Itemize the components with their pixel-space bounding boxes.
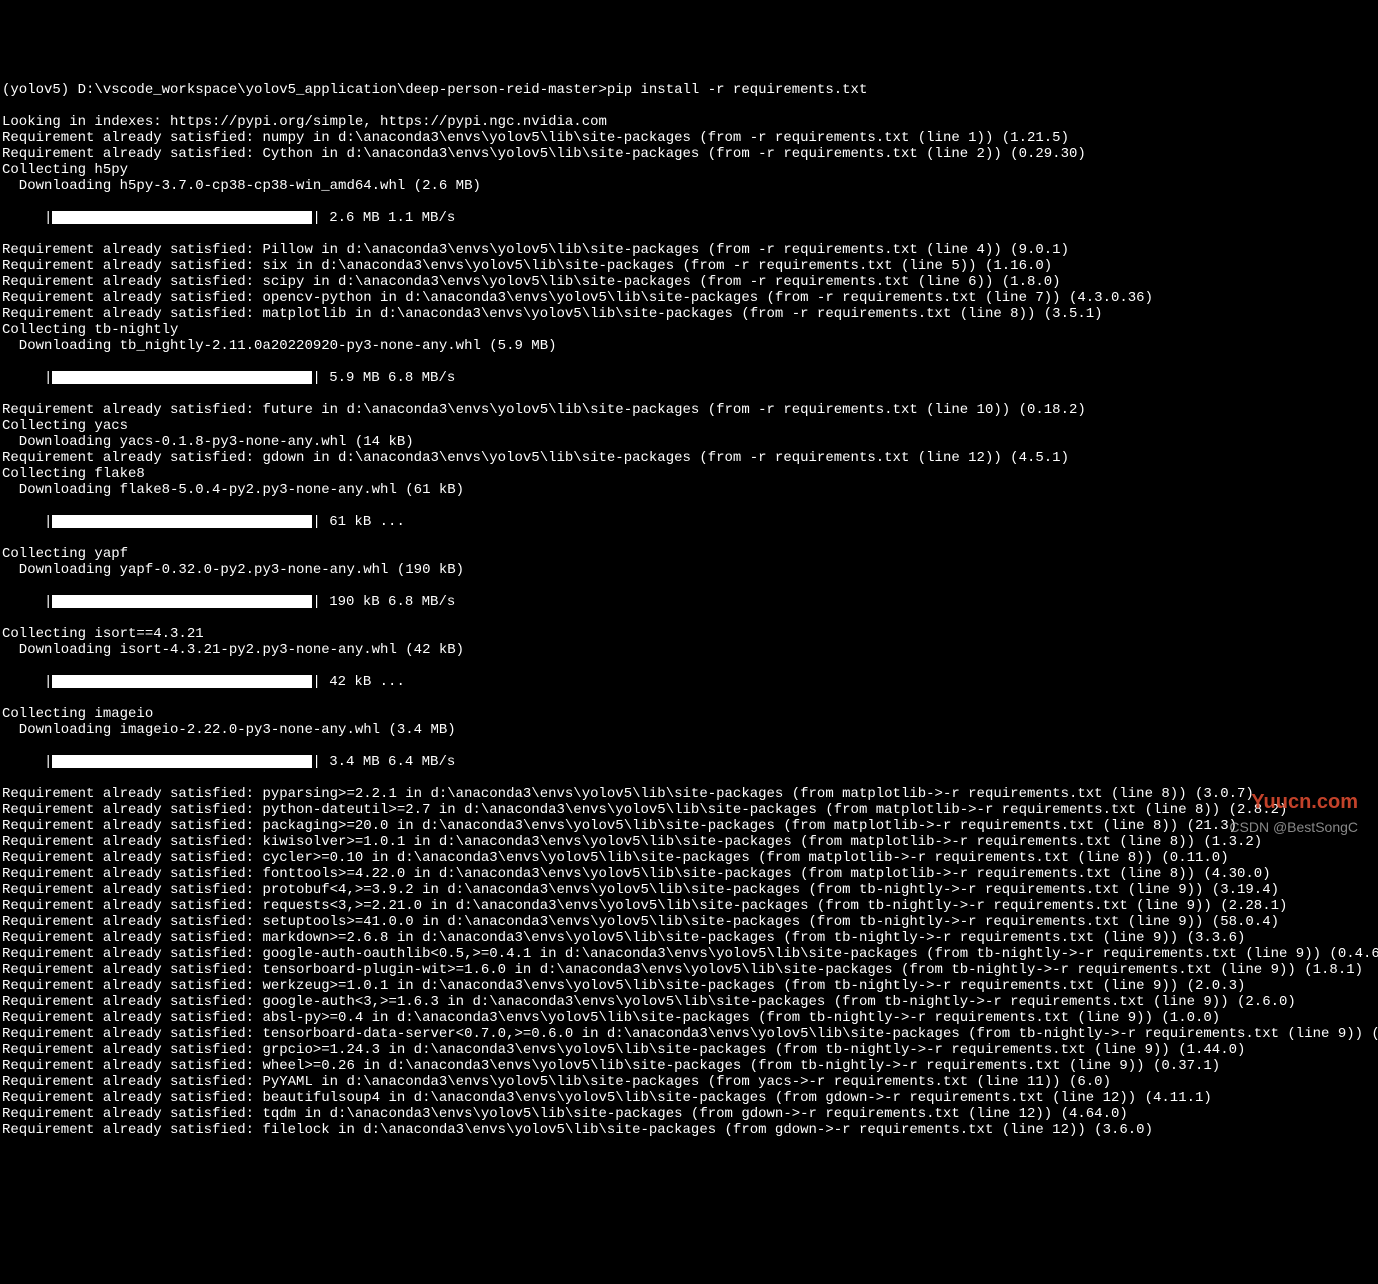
- progress-line: || 3.4 MB 6.4 MB/s: [2, 754, 1376, 770]
- terminal-line: Collecting tb-nightly: [2, 322, 1376, 338]
- terminal-line: Requirement already satisfied: protobuf<…: [2, 882, 1376, 898]
- progress-bar-icon: [52, 755, 312, 768]
- terminal-line: Requirement already satisfied: google-au…: [2, 994, 1376, 1010]
- terminal-line: Downloading yapf-0.32.0-py2.py3-none-any…: [2, 562, 1376, 578]
- terminal-line: Downloading isort-4.3.21-py2.py3-none-an…: [2, 642, 1376, 658]
- progress-bar-icon: [52, 595, 312, 608]
- terminal-line: Requirement already satisfied: tensorboa…: [2, 962, 1376, 978]
- terminal-line: Collecting isort==4.3.21: [2, 626, 1376, 642]
- terminal-line: Requirement already satisfied: markdown>…: [2, 930, 1376, 946]
- terminal-line: Requirement already satisfied: Cython in…: [2, 146, 1376, 162]
- progress-line: || 190 kB 6.8 MB/s: [2, 594, 1376, 610]
- terminal-line: Requirement already satisfied: absl-py>=…: [2, 1010, 1376, 1026]
- terminal-line: Requirement already satisfied: requests<…: [2, 898, 1376, 914]
- terminal-line: Requirement already satisfied: cycler>=0…: [2, 850, 1376, 866]
- progress-bar-icon: [52, 675, 312, 688]
- terminal-line: Requirement already satisfied: werkzeug>…: [2, 978, 1376, 994]
- terminal-line: Looking in indexes: https://pypi.org/sim…: [2, 114, 1376, 130]
- progress-bar-icon: [52, 371, 312, 384]
- terminal-line: Requirement already satisfied: packaging…: [2, 818, 1376, 834]
- terminal-line: Requirement already satisfied: gdown in …: [2, 450, 1376, 466]
- terminal-line: Downloading yacs-0.1.8-py3-none-any.whl …: [2, 434, 1376, 450]
- progress-line: || 61 kB ...: [2, 514, 1376, 530]
- terminal-line: Requirement already satisfied: opencv-py…: [2, 290, 1376, 306]
- terminal-line: Requirement already satisfied: PyYAML in…: [2, 1074, 1376, 1090]
- progress-bar-icon: [52, 515, 312, 528]
- terminal-line: Downloading tb_nightly-2.11.0a20220920-p…: [2, 338, 1376, 354]
- terminal-line: Downloading flake8-5.0.4-py2.py3-none-an…: [2, 482, 1376, 498]
- terminal-line: Collecting flake8: [2, 466, 1376, 482]
- terminal-line: Requirement already satisfied: numpy in …: [2, 130, 1376, 146]
- terminal-line: Collecting yapf: [2, 546, 1376, 562]
- progress-line: || 2.6 MB 1.1 MB/s: [2, 210, 1376, 226]
- terminal-line: Requirement already satisfied: wheel>=0.…: [2, 1058, 1376, 1074]
- command-prompt-line: (yolov5) D:\vscode_workspace\yolov5_appl…: [2, 82, 1376, 98]
- terminal-line: Downloading h5py-3.7.0-cp38-cp38-win_amd…: [2, 178, 1376, 194]
- terminal-line: Requirement already satisfied: python-da…: [2, 802, 1376, 818]
- terminal-line: Requirement already satisfied: tensorboa…: [2, 1026, 1376, 1042]
- terminal-line: Requirement already satisfied: tqdm in d…: [2, 1106, 1376, 1122]
- terminal-line: Requirement already satisfied: setuptool…: [2, 914, 1376, 930]
- terminal-line: Requirement already satisfied: matplotli…: [2, 306, 1376, 322]
- terminal-output[interactable]: (yolov5) D:\vscode_workspace\yolov5_appl…: [0, 64, 1378, 1156]
- terminal-line: Requirement already satisfied: google-au…: [2, 946, 1376, 962]
- terminal-line: Requirement already satisfied: fonttools…: [2, 866, 1376, 882]
- terminal-line: Collecting imageio: [2, 706, 1376, 722]
- terminal-line: Collecting h5py: [2, 162, 1376, 178]
- terminal-line: Requirement already satisfied: filelock …: [2, 1122, 1376, 1138]
- terminal-line: Requirement already satisfied: Pillow in…: [2, 242, 1376, 258]
- terminal-line: Requirement already satisfied: grpcio>=1…: [2, 1042, 1376, 1058]
- terminal-line: Requirement already satisfied: six in d:…: [2, 258, 1376, 274]
- progress-line: || 42 kB ...: [2, 674, 1376, 690]
- terminal-line: Requirement already satisfied: scipy in …: [2, 274, 1376, 290]
- terminal-line: Requirement already satisfied: kiwisolve…: [2, 834, 1376, 850]
- terminal-line: Requirement already satisfied: pyparsing…: [2, 786, 1376, 802]
- terminal-line: Requirement already satisfied: future in…: [2, 402, 1376, 418]
- watermark-text: Yuucn.com: [1251, 794, 1358, 810]
- watermark-csdn: CSDN @BestSongC: [1229, 819, 1358, 835]
- progress-line: || 5.9 MB 6.8 MB/s: [2, 370, 1376, 386]
- terminal-line: Downloading imageio-2.22.0-py3-none-any.…: [2, 722, 1376, 738]
- terminal-line: Collecting yacs: [2, 418, 1376, 434]
- terminal-line: Requirement already satisfied: beautiful…: [2, 1090, 1376, 1106]
- progress-bar-icon: [52, 211, 312, 224]
